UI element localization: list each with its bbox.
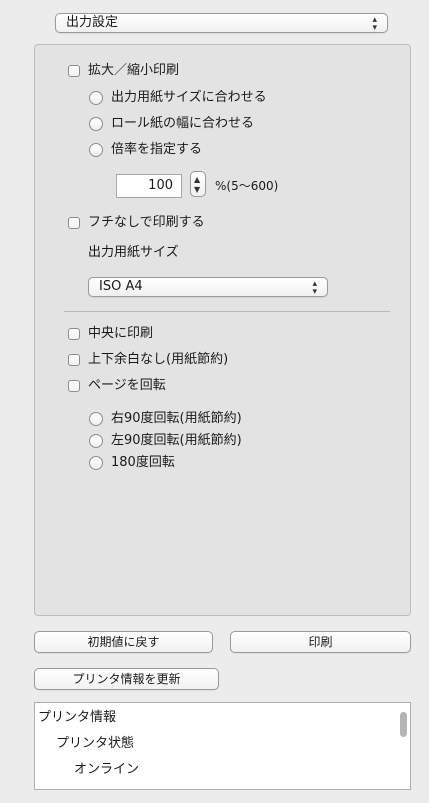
fit-roll-width-label: ロール紙の幅に合わせる xyxy=(111,116,255,131)
rotate-page-label: ページを回転 xyxy=(88,378,166,393)
updown-arrows-icon: ▴ ▾ xyxy=(372,15,377,33)
scale-percent-input[interactable]: 100 xyxy=(116,174,182,198)
list-scrollbar[interactable] xyxy=(400,712,407,737)
rotate-180-radio[interactable] xyxy=(89,456,103,470)
center-print-checkbox[interactable] xyxy=(68,328,80,340)
scaling-checkbox-label: 拡大／縮小印刷 xyxy=(88,63,180,78)
reset-defaults-button[interactable]: 初期値に戻す xyxy=(34,631,213,653)
printer-status-label[interactable]: プリンタ状態 xyxy=(56,736,134,752)
borderless-checkbox[interactable] xyxy=(68,217,80,229)
fit-roll-width-radio[interactable] xyxy=(89,117,103,131)
updown-arrows-icon: ▴ ▾ xyxy=(312,279,317,297)
scale-percent-stepper[interactable]: ▲ ▼ xyxy=(190,171,206,197)
paper-size-select[interactable]: ISO A4 ▴ ▾ xyxy=(88,277,328,297)
rotate-right-90-radio[interactable] xyxy=(89,412,103,426)
rotate-left-90-radio[interactable] xyxy=(89,434,103,448)
printer-info-list[interactable]: プリンタ情報 プリンタ状態 オンライン xyxy=(34,702,411,790)
section-divider xyxy=(64,311,390,312)
center-print-label: 中央に印刷 xyxy=(88,326,154,341)
no-margin-label: 上下余白なし(用紙節約) xyxy=(88,352,229,367)
borderless-checkbox-label: フチなしで印刷する xyxy=(88,215,205,230)
rotate-left-90-label: 左90度回転(用紙節約) xyxy=(111,433,242,448)
fit-paper-label: 出力用紙サイズに合わせる xyxy=(111,90,267,105)
stepper-down-icon[interactable]: ▼ xyxy=(194,186,200,194)
specify-scale-label: 倍率を指定する xyxy=(111,142,203,157)
scaling-checkbox[interactable] xyxy=(68,65,80,77)
print-button[interactable]: 印刷 xyxy=(230,631,411,653)
printer-info-root[interactable]: プリンタ情報 xyxy=(38,710,116,726)
settings-select[interactable]: 出力設定 ▴ ▾ xyxy=(55,13,388,33)
scale-range-label: %(5〜600) xyxy=(215,179,279,193)
paper-size-select-value: ISO A4 xyxy=(99,279,143,294)
rotate-right-90-label: 右90度回転(用紙節約) xyxy=(111,411,242,426)
fit-paper-radio[interactable] xyxy=(89,91,103,105)
no-margin-checkbox[interactable] xyxy=(68,354,80,366)
printer-status-value[interactable]: オンライン xyxy=(74,762,139,778)
stepper-up-icon[interactable]: ▲ xyxy=(194,176,200,184)
specify-scale-radio[interactable] xyxy=(89,143,103,157)
rotate-page-checkbox[interactable] xyxy=(68,380,80,392)
settings-select-value: 出力設定 xyxy=(66,15,119,30)
update-printer-info-button[interactable]: プリンタ情報を更新 xyxy=(34,668,219,690)
rotate-180-label: 180度回転 xyxy=(111,455,175,470)
paper-size-label: 出力用紙サイズ xyxy=(88,245,179,260)
